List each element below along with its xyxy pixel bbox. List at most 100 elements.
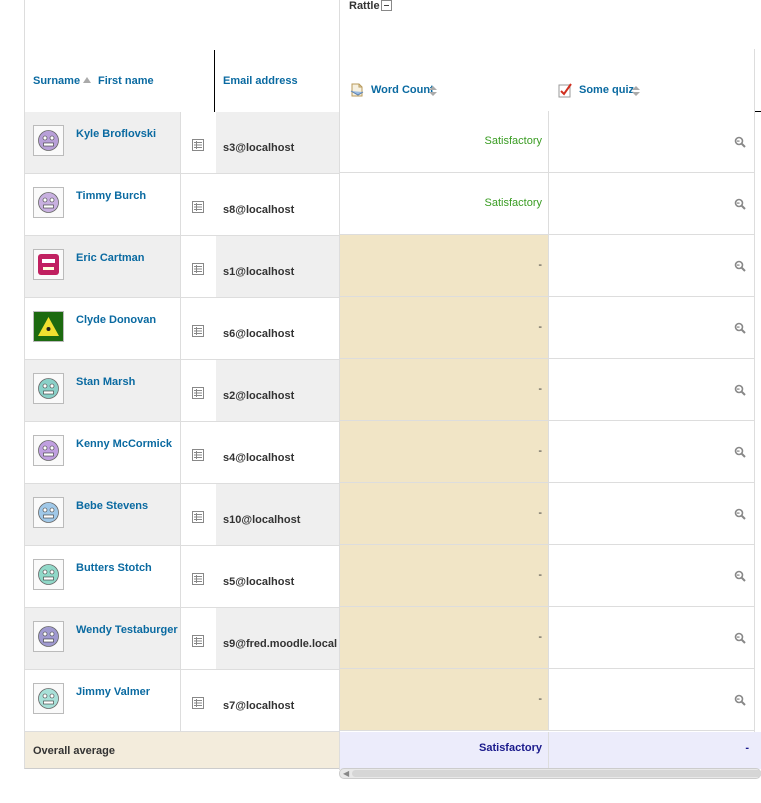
student-email: s3@localhost bbox=[223, 142, 295, 154]
student-email: s6@localhost bbox=[223, 328, 295, 340]
avatar[interactable] bbox=[33, 187, 64, 218]
avatar[interactable] bbox=[33, 435, 64, 466]
collapse-minus-icon[interactable] bbox=[381, 0, 392, 11]
magnifier-icon[interactable] bbox=[734, 384, 746, 399]
sort-toggle-icon[interactable] bbox=[428, 85, 438, 100]
sort-asc-icon[interactable] bbox=[82, 75, 92, 87]
word-count-grade-cell[interactable]: - bbox=[340, 483, 549, 545]
some-quiz-grade-cell[interactable]: - bbox=[549, 421, 755, 483]
some-quiz-column-header: Some quiz bbox=[549, 49, 761, 112]
student-name-link[interactable]: Kenny McCormick bbox=[76, 438, 172, 450]
some-quiz-header-link[interactable]: Some quiz bbox=[579, 84, 634, 96]
student-name-link[interactable]: Wendy Testaburger bbox=[76, 624, 178, 636]
avatar[interactable] bbox=[33, 683, 64, 714]
some-quiz-grade-cell[interactable]: - bbox=[549, 297, 755, 359]
student-name-link[interactable]: Eric Cartman bbox=[76, 252, 144, 264]
word-count-grade-cell[interactable]: - bbox=[340, 545, 549, 607]
user-report-cell bbox=[180, 546, 216, 607]
avatar[interactable] bbox=[33, 559, 64, 590]
word-count-grade: - bbox=[538, 569, 542, 581]
student-row: Timmy Burch s8@localhost bbox=[24, 174, 339, 236]
word-count-grade: - bbox=[538, 507, 542, 519]
magnifier-icon[interactable] bbox=[734, 632, 746, 647]
some-quiz-grade-cell[interactable]: - bbox=[549, 483, 755, 545]
word-count-grade-cell[interactable]: - bbox=[340, 607, 549, 669]
word-count-grade-cell[interactable]: - bbox=[340, 669, 549, 731]
some-quiz-grade-cell[interactable]: - bbox=[549, 173, 755, 235]
avatar[interactable] bbox=[33, 497, 64, 528]
student-email: s10@localhost bbox=[223, 514, 301, 526]
firstname-sort-link[interactable]: First name bbox=[98, 75, 154, 87]
student-name-link[interactable]: Kyle Broflovski bbox=[76, 128, 156, 140]
user-report-cell bbox=[180, 174, 216, 235]
student-email: s8@localhost bbox=[223, 204, 295, 216]
magnifier-icon[interactable] bbox=[734, 136, 746, 151]
word-count-grade-cell[interactable]: Satisfactory bbox=[340, 173, 549, 235]
surname-sort-link[interactable]: Surname bbox=[33, 75, 80, 87]
magnifier-icon[interactable] bbox=[734, 446, 746, 461]
assignment-icon bbox=[349, 82, 365, 101]
sort-toggle-icon[interactable] bbox=[631, 85, 641, 100]
scroll-left-icon[interactable]: ◀ bbox=[343, 770, 349, 778]
word-count-header-link[interactable]: Word Count bbox=[371, 84, 434, 96]
user-report-cell bbox=[180, 484, 216, 545]
student-name-link[interactable]: Bebe Stevens bbox=[76, 500, 148, 512]
word-count-average-cell: Satisfactory bbox=[340, 732, 549, 769]
scrollbar-thumb[interactable] bbox=[352, 770, 761, 777]
word-count-grade-cell[interactable]: - bbox=[340, 359, 549, 421]
student-email: s4@localhost bbox=[223, 452, 295, 464]
some-quiz-grade-cell[interactable]: - bbox=[549, 359, 755, 421]
user-report-cell bbox=[180, 298, 216, 359]
student-row: Jimmy Valmer s7@localhost bbox=[24, 670, 339, 732]
word-count-grade: - bbox=[538, 445, 542, 457]
word-count-grade: Satisfactory bbox=[484, 197, 542, 209]
student-row: Eric Cartman s1@localhost bbox=[24, 236, 339, 298]
magnifier-icon[interactable] bbox=[734, 198, 746, 213]
left-top-spacer bbox=[24, 0, 339, 51]
word-count-grade-cell[interactable]: Satisfactory bbox=[340, 111, 549, 173]
magnifier-icon[interactable] bbox=[734, 260, 746, 275]
student-email: s1@localhost bbox=[223, 266, 295, 278]
some-quiz-grade-cell[interactable]: - bbox=[549, 669, 755, 731]
email-header-link[interactable]: Email address bbox=[223, 75, 298, 87]
some-quiz-grade-cell[interactable]: - bbox=[549, 235, 755, 297]
word-count-grade: Satisfactory bbox=[484, 135, 542, 147]
word-count-grade: - bbox=[538, 631, 542, 643]
student-email: s7@localhost bbox=[223, 700, 295, 712]
word-count-grade-cell[interactable]: - bbox=[340, 297, 549, 359]
student-name-link[interactable]: Clyde Donovan bbox=[76, 314, 156, 326]
student-row: Butters Stotch s5@localhost bbox=[24, 546, 339, 608]
avatar[interactable] bbox=[33, 125, 64, 156]
avatar[interactable] bbox=[33, 311, 64, 342]
magnifier-icon[interactable] bbox=[734, 322, 746, 337]
student-row: Wendy Testaburger s9@fred.moodle.local bbox=[24, 608, 339, 670]
student-name-link[interactable]: Stan Marsh bbox=[76, 376, 135, 388]
student-name-link[interactable]: Timmy Burch bbox=[76, 190, 146, 202]
word-count-grade-cell[interactable]: - bbox=[340, 235, 549, 297]
student-row: Clyde Donovan s6@localhost bbox=[24, 298, 339, 360]
magnifier-icon[interactable] bbox=[734, 508, 746, 523]
avatar[interactable] bbox=[33, 621, 64, 652]
student-name-link[interactable]: Butters Stotch bbox=[76, 562, 152, 574]
horizontal-scrollbar[interactable]: ◀ bbox=[339, 768, 761, 779]
category-name: Rattle bbox=[349, 0, 380, 12]
word-count-grade: - bbox=[538, 321, 542, 333]
some-quiz-grade-cell[interactable]: - bbox=[549, 111, 755, 173]
avatar[interactable] bbox=[33, 373, 64, 404]
student-email: s9@fred.moodle.local bbox=[223, 638, 338, 650]
user-report-cell bbox=[180, 608, 216, 669]
magnifier-icon[interactable] bbox=[734, 570, 746, 585]
word-count-grade-cell[interactable]: - bbox=[340, 421, 549, 483]
student-name-link[interactable]: Jimmy Valmer bbox=[76, 686, 150, 698]
student-row: Kenny McCormick s4@localhost bbox=[24, 422, 339, 484]
some-quiz-grade-cell[interactable]: - bbox=[549, 545, 755, 607]
student-row: Kyle Broflovski s3@localhost bbox=[24, 112, 339, 174]
grade-scroll-area[interactable]: Rattle Word Count Some quiz Satisfactory… bbox=[339, 0, 761, 770]
student-email: s5@localhost bbox=[223, 576, 295, 588]
avatar[interactable] bbox=[33, 249, 64, 280]
user-report-cell bbox=[180, 670, 216, 731]
some-quiz-grade-cell[interactable]: - bbox=[549, 607, 755, 669]
some-quiz-average-cell: - bbox=[549, 732, 761, 769]
magnifier-icon[interactable] bbox=[734, 694, 746, 709]
category-header: Rattle bbox=[340, 0, 761, 50]
